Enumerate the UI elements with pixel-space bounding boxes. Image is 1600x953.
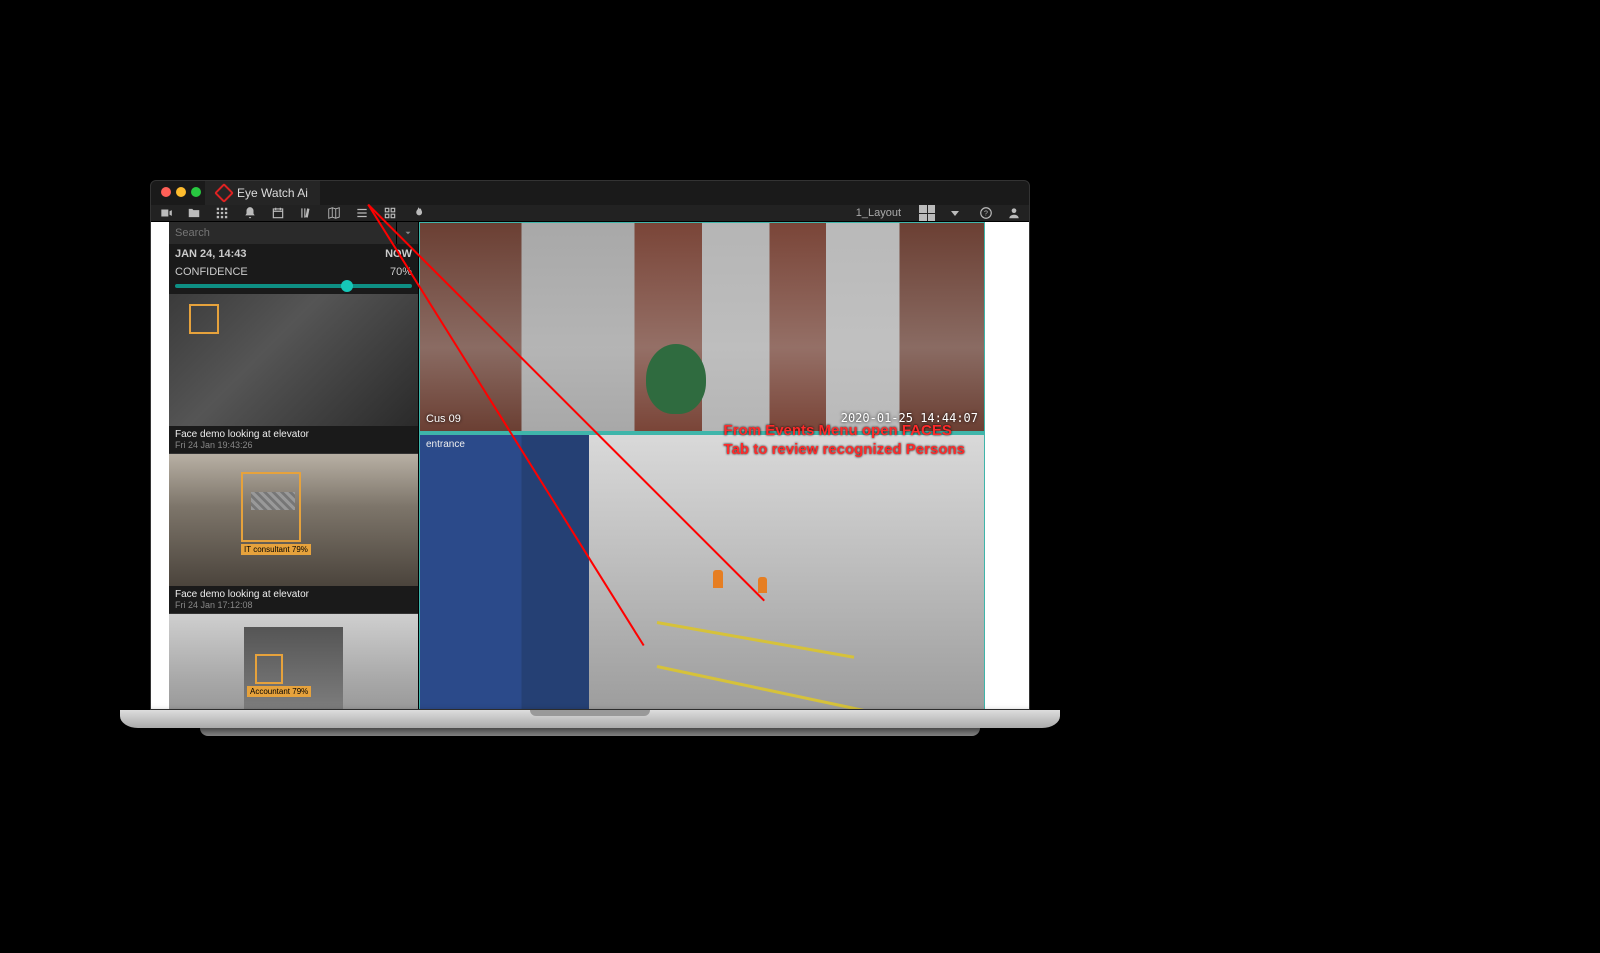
event-title: Face demo looking at elevator [175,589,412,600]
top-toolbar: 1_Layout ? [151,205,1029,222]
app-title: Eye Watch Ai [237,186,308,200]
confidence-row: CONFIDENCE 70% [169,264,418,284]
range-start: JAN 24, 14:43 [175,248,247,260]
map-icon[interactable] [327,206,341,220]
svg-text:?: ? [984,210,988,217]
app-tab[interactable]: Eye Watch Ai [205,181,320,205]
camera-label: entrance [426,439,465,450]
annotation-line1: From Events Menu open FACES [724,422,965,441]
library-icon[interactable] [299,206,313,220]
grid-icon[interactable] [215,206,229,220]
folder-icon[interactable] [187,206,201,220]
face-bbox [255,654,283,684]
layout-label: 1_Layout [856,207,901,219]
close-icon[interactable] [161,187,171,197]
events-list: Face demo looking at elevator Fri 24 Jan… [169,294,418,710]
event-item[interactable]: Face demo looking at elevator Fri 24 Jan… [169,294,418,454]
camera-label: Cus 09 [426,413,461,425]
event-thumbnail [169,294,418,426]
confidence-label: CONFIDENCE [175,266,248,278]
event-thumbnail: IT consultant 79% [169,454,418,586]
event-thumbnail: Accountant 79% [169,614,418,710]
camera-icon[interactable] [159,206,173,220]
tutorial-annotation: From Events Menu open FACES Tab to revie… [724,422,965,460]
face-bbox [189,304,219,334]
event-title: Face demo looking at elevator [175,429,412,440]
event-item[interactable]: IT consultant 79% Face demo looking at e… [169,454,418,614]
event-timestamp: Fri 24 Jan 17:12:08 [175,600,412,610]
flame-icon[interactable] [411,206,425,220]
list-icon[interactable] [355,206,369,220]
window-controls[interactable] [161,187,201,197]
layout-dropdown-icon[interactable] [951,211,959,216]
camera-feed-2[interactable]: entrance [419,434,985,710]
calendar-icon[interactable] [271,206,285,220]
face-blur [251,492,295,510]
search-input[interactable] [169,227,396,239]
camera-grid: Cus 09 2020-01-25 14:44:07 [419,222,985,710]
confidence-slider[interactable] [175,284,412,288]
slider-knob[interactable] [341,280,353,292]
search-dropdown-icon[interactable] [396,222,418,244]
app-window: 1_Layout ? JAN 24, 14:43 [151,205,1029,709]
traffic-cone [758,577,767,593]
face-tag: Accountant 79% [247,686,311,697]
event-timestamp: Fri 24 Jan 19:43:26 [175,440,412,450]
app-logo-icon [214,183,234,203]
date-range: JAN 24, 14:43 NOW [169,244,418,264]
events-sidebar: JAN 24, 14:43 NOW CONFIDENCE 70% [169,222,419,710]
minimize-icon[interactable] [176,187,186,197]
user-icon[interactable] [1007,206,1021,220]
camera-feed-1[interactable]: Cus 09 2020-01-25 14:44:07 [419,222,985,432]
apps-icon[interactable] [383,206,397,220]
help-icon[interactable]: ? [979,206,993,220]
face-bbox [241,472,301,542]
face-tag: IT consultant 79% [241,544,311,555]
annotation-line2: Tab to review recognized Persons [724,441,965,460]
bell-icon[interactable] [243,206,257,220]
traffic-cone [713,570,723,588]
event-item[interactable]: Accountant 79% Face demo looking at elev… [169,614,418,710]
maximize-icon[interactable] [191,187,201,197]
layout-icon[interactable] [919,205,935,221]
content-area: JAN 24, 14:43 NOW CONFIDENCE 70% [151,222,1029,710]
